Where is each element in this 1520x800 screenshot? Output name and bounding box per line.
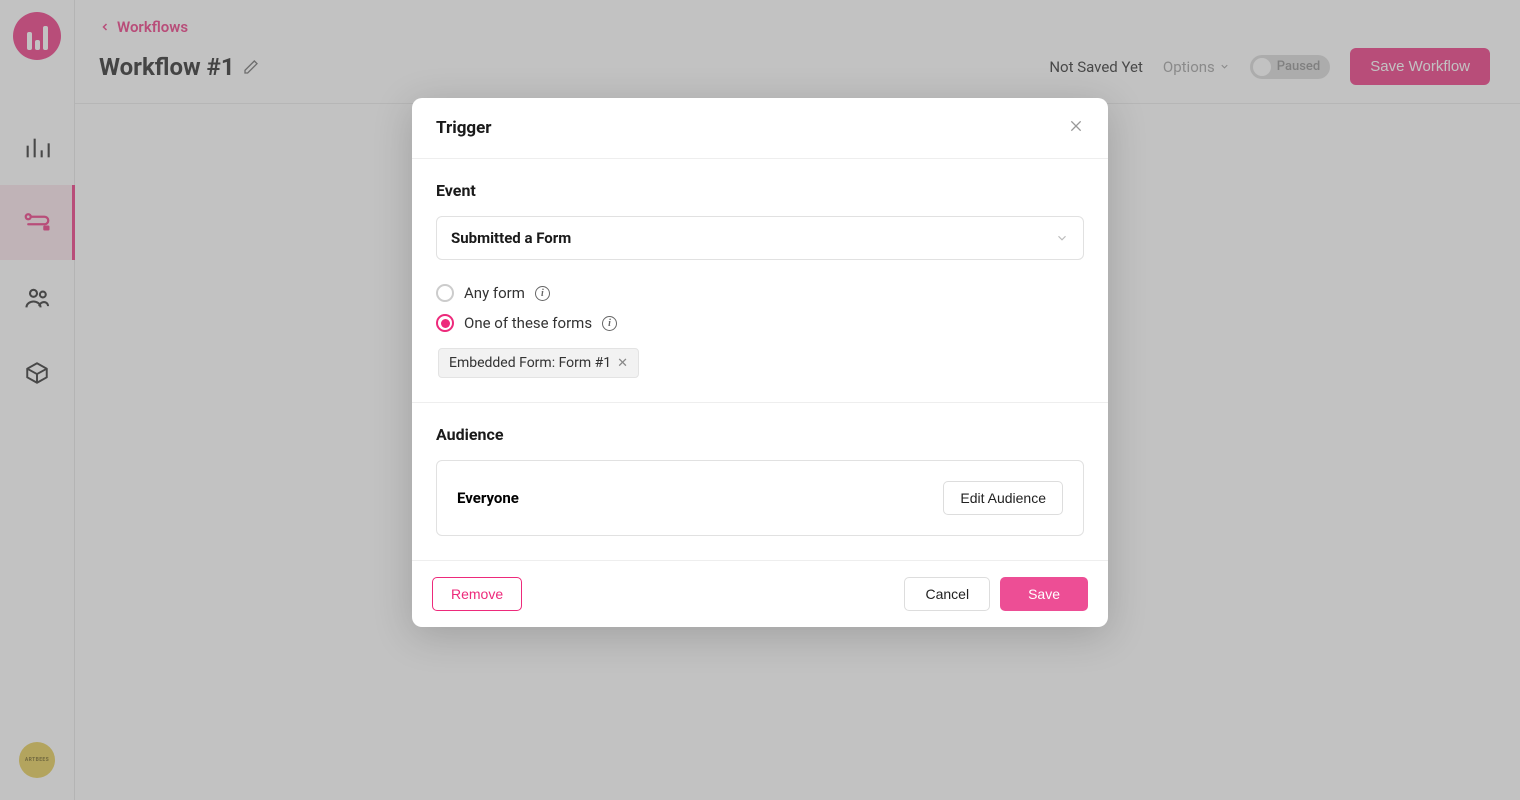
event-select-value: Submitted a Form: [451, 229, 571, 247]
audience-section-label: Audience: [436, 425, 1084, 444]
edit-audience-button[interactable]: Edit Audience: [943, 481, 1063, 515]
modal-title: Trigger: [436, 118, 492, 138]
radio-one-of-forms[interactable]: [436, 314, 454, 332]
cancel-button[interactable]: Cancel: [904, 577, 990, 611]
save-button[interactable]: Save: [1000, 577, 1088, 611]
selected-form-tag: Embedded Form: Form #1 ✕: [438, 348, 639, 378]
audience-box: Everyone Edit Audience: [436, 460, 1084, 536]
chevron-down-icon: [1055, 231, 1069, 245]
remove-button[interactable]: Remove: [432, 577, 522, 611]
info-icon[interactable]: i: [602, 316, 617, 331]
info-icon[interactable]: i: [535, 286, 550, 301]
audience-value: Everyone: [457, 489, 519, 507]
radio-any-form-label: Any form: [464, 284, 525, 302]
trigger-modal: Trigger Event Submitted a Form Any form …: [412, 98, 1108, 627]
event-select[interactable]: Submitted a Form: [436, 216, 1084, 260]
radio-any-form[interactable]: [436, 284, 454, 302]
event-section-label: Event: [436, 181, 1084, 200]
radio-one-of-forms-label: One of these forms: [464, 314, 592, 332]
modal-header: Trigger: [412, 98, 1108, 159]
form-radio-group: Any form i One of these forms i Embedded…: [436, 284, 1084, 378]
modal-overlay[interactable]: Trigger Event Submitted a Form Any form …: [0, 0, 1520, 800]
modal-footer: Remove Cancel Save: [412, 560, 1108, 627]
close-icon[interactable]: [1068, 118, 1084, 138]
tag-label: Embedded Form: Form #1: [449, 355, 611, 371]
remove-tag-icon[interactable]: ✕: [617, 356, 628, 371]
